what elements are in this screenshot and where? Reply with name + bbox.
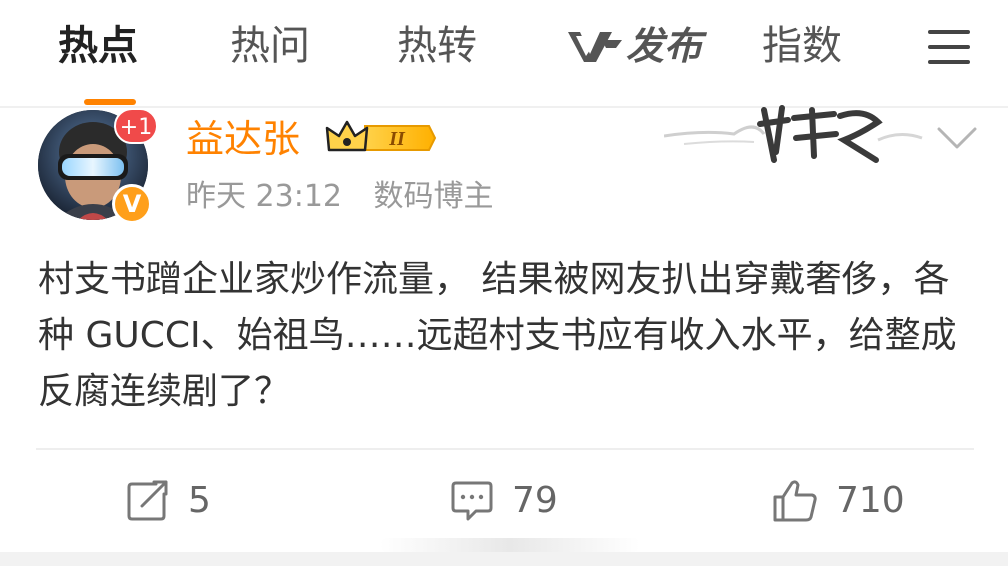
new-post-count-badge: +1 [114, 108, 158, 144]
repost-count: 5 [188, 480, 211, 521]
tab-publish-label: 发布 [626, 24, 703, 68]
like-count: 710 [836, 480, 905, 521]
post-time: 昨天 23:12 [186, 179, 342, 214]
post-text: 村支书蹭企业家炒作流量， 结果被网友扒出穿戴奢侈，各种 GUCCI、始祖鸟……远… [38, 259, 957, 412]
tab-hot[interactable]: 热点 [58, 16, 138, 76]
like-button[interactable]: 710 [772, 476, 905, 526]
comment-count: 79 [512, 480, 558, 521]
next-card-separator [0, 552, 1008, 566]
tab-hot-questions[interactable]: 热问 [230, 16, 310, 76]
chevron-down-icon[interactable] [936, 126, 978, 150]
comment-icon [451, 481, 493, 521]
tab-index[interactable]: 指数 [762, 16, 842, 76]
repost-button[interactable]: 5 [126, 476, 211, 526]
repost-icon [127, 480, 168, 521]
username[interactable]: 益达张 [186, 114, 300, 164]
crown-member-badge-icon[interactable]: II [325, 120, 437, 156]
tab-hot-reposts[interactable]: 热转 [397, 16, 477, 76]
thumbs-up-icon [773, 480, 817, 522]
calligraphy-decoration-icon [664, 105, 923, 163]
top-nav: 热点 热问 热转 发布 指数 [0, 0, 1008, 100]
scroll-indicator [380, 538, 640, 552]
user-role: 数码博主 [373, 179, 494, 214]
verified-badge: V [112, 184, 152, 224]
new-indicator-bar [84, 99, 136, 105]
post-meta: 昨天 23:12 数码博主 [186, 176, 494, 218]
comment-button[interactable]: 79 [450, 476, 558, 526]
hamburger-menu-icon[interactable] [928, 30, 970, 64]
content-divider [36, 448, 974, 450]
member-level-text: II [388, 128, 406, 150]
tab-publish[interactable]: 发布 [566, 16, 702, 76]
weibo-v-logo-icon [568, 32, 622, 62]
